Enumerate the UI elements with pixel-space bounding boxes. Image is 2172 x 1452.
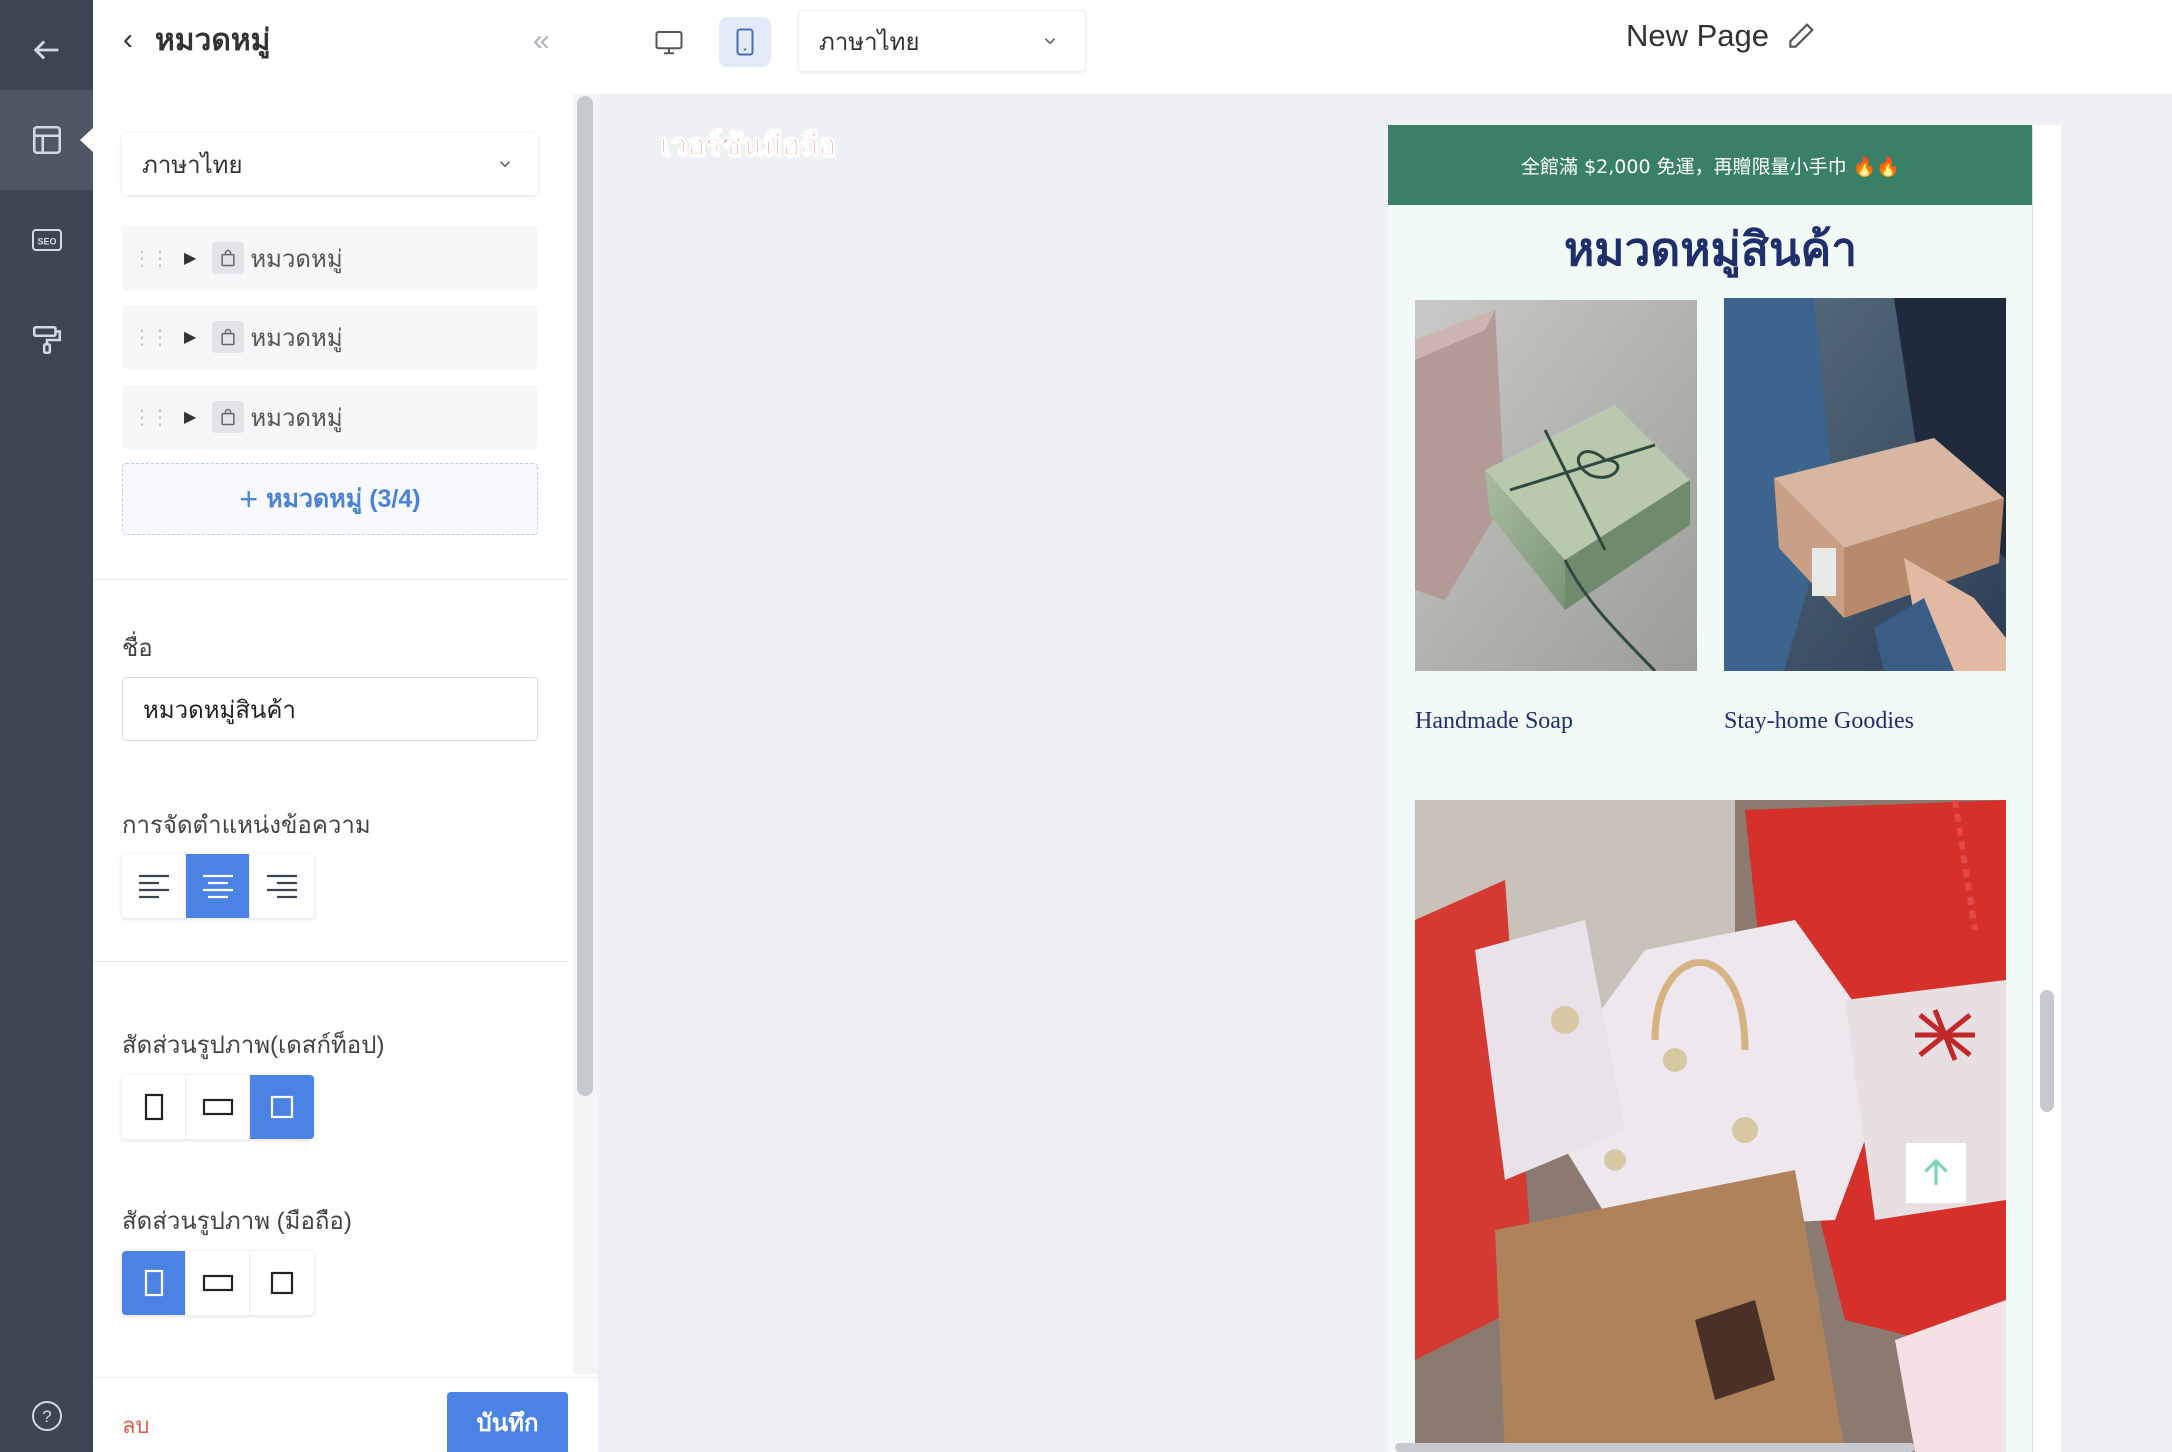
back-arrow-icon[interactable] bbox=[0, 0, 93, 100]
svg-text:?: ? bbox=[42, 1407, 51, 1426]
panel-scrollbar[interactable] bbox=[573, 94, 598, 1374]
shopping-bag-icon bbox=[212, 321, 245, 353]
pencil-edit-icon[interactable] bbox=[1785, 20, 1817, 52]
mobile-icon bbox=[736, 28, 754, 56]
seo-icon[interactable]: SEO bbox=[0, 190, 93, 290]
category-label: หมวดหมู่ bbox=[250, 324, 343, 352]
divider bbox=[93, 579, 568, 580]
layout-icon[interactable] bbox=[0, 90, 94, 190]
drag-handle-icon[interactable]: ⋮⋮ bbox=[132, 246, 170, 271]
align-left-icon bbox=[138, 874, 169, 899]
shopping-bag-icon bbox=[212, 242, 245, 274]
content-language-select[interactable]: ภาษาไทย bbox=[122, 133, 538, 195]
name-label: ชื่อ bbox=[122, 635, 153, 662]
gift-bags-image[interactable] bbox=[1415, 800, 2006, 1452]
alignment-group bbox=[122, 854, 314, 918]
alignment-label: การจัดตำแหน่งข้อความ bbox=[122, 812, 371, 839]
aspect-mobile-group bbox=[122, 1251, 314, 1315]
page-title: New Page bbox=[1626, 18, 1770, 53]
aspect-landscape-button[interactable] bbox=[186, 1075, 250, 1139]
delete-button[interactable]: ลบ bbox=[122, 1408, 149, 1443]
panel-scroll-thumb[interactable] bbox=[577, 96, 593, 1096]
page-title-area: New Page bbox=[1626, 18, 1817, 54]
collapse-panel-icon[interactable]: « bbox=[533, 24, 550, 58]
card-caption[interactable]: Stay-home Goodies bbox=[1724, 708, 1914, 735]
category-item[interactable]: ⋮⋮ ▶ หมวดหมู่ bbox=[122, 385, 538, 449]
align-center-button[interactable] bbox=[186, 854, 250, 918]
mobile-preview: 全館滿 $2,000 免運，再贈限量小手巾 🔥🔥 หมวดหมู่สินค้า bbox=[1388, 125, 2033, 1452]
section-title[interactable]: หมวดหมู่สินค้า bbox=[1388, 213, 2032, 286]
add-category-button[interactable]: + หมวดหมู่ (3/4) bbox=[122, 463, 538, 535]
stay-home-goodies-image[interactable] bbox=[1724, 298, 2006, 671]
settings-panel bbox=[93, 94, 598, 1452]
expand-caret-icon[interactable]: ▶ bbox=[184, 407, 196, 427]
expand-caret-icon[interactable]: ▶ bbox=[184, 248, 196, 268]
align-center-icon bbox=[202, 874, 233, 899]
language-dropdown-value: ภาษาไทย bbox=[819, 28, 920, 56]
aspect-portrait-button[interactable] bbox=[122, 1251, 186, 1315]
handmade-soap-image[interactable] bbox=[1415, 300, 1697, 671]
category-label: หมวดหมู่ bbox=[250, 245, 343, 273]
canvas-scrollbar-thumb[interactable] bbox=[2040, 990, 2054, 1112]
aspect-square-button[interactable] bbox=[250, 1251, 314, 1315]
paint-roller-icon[interactable] bbox=[0, 290, 93, 390]
mobile-version-tag: เวอร์ชันมือถือ bbox=[659, 129, 837, 163]
expand-caret-icon[interactable]: ▶ bbox=[184, 327, 196, 347]
desktop-icon bbox=[655, 31, 683, 55]
chevron-down-icon bbox=[499, 161, 511, 168]
align-right-button[interactable] bbox=[250, 854, 314, 918]
align-left-button[interactable] bbox=[122, 854, 186, 918]
add-category-label: หมวดหมู่ (3/4) bbox=[266, 485, 421, 513]
square-icon bbox=[270, 1271, 294, 1295]
shopping-bag-icon bbox=[212, 401, 245, 433]
card-caption[interactable]: Handmade Soap bbox=[1415, 708, 1573, 735]
aspect-desktop-group bbox=[122, 1075, 314, 1139]
chevron-left-icon[interactable]: ‹ bbox=[123, 23, 133, 57]
back-to-top-button[interactable] bbox=[1906, 1143, 1966, 1203]
announcement-bar[interactable]: 全館滿 $2,000 免運，再贈限量小手巾 🔥🔥 bbox=[1388, 125, 2032, 205]
preview-right-gutter bbox=[2033, 125, 2061, 1452]
plus-icon: + bbox=[239, 480, 259, 517]
panel-header: ‹ หมวดหมู่ bbox=[123, 0, 270, 80]
help-icon[interactable]: ? bbox=[0, 1366, 93, 1452]
category-label: หมวดหมู่ bbox=[250, 404, 343, 432]
align-right-icon bbox=[267, 874, 297, 899]
name-input[interactable]: หมวดหมู่สินค้า bbox=[122, 677, 538, 741]
category-item[interactable]: ⋮⋮ ▶ หมวดหมู่ bbox=[122, 305, 538, 369]
desktop-view-button[interactable] bbox=[643, 17, 695, 67]
panel-title: หมวดหมู่ bbox=[155, 23, 271, 57]
svg-text:SEO: SEO bbox=[37, 237, 56, 247]
portrait-icon bbox=[144, 1269, 163, 1297]
landscape-icon bbox=[202, 1274, 233, 1292]
chevron-down-icon bbox=[1044, 38, 1056, 45]
content-language-value: ภาษาไทย bbox=[142, 151, 243, 179]
divider bbox=[93, 961, 568, 962]
aspect-mobile-label: สัดส่วนรูปภาพ (มือถือ) bbox=[122, 1208, 352, 1235]
landscape-icon bbox=[202, 1098, 233, 1116]
portrait-icon bbox=[144, 1093, 163, 1121]
aspect-landscape-button[interactable] bbox=[186, 1251, 250, 1315]
square-icon bbox=[270, 1095, 294, 1119]
mobile-view-button[interactable] bbox=[719, 17, 771, 67]
name-input-value: หมวดหมู่สินค้า bbox=[143, 696, 296, 724]
language-dropdown[interactable]: ภาษาไทย bbox=[798, 10, 1086, 72]
canvas-horizontal-scrollbar[interactable] bbox=[1395, 1443, 1915, 1452]
aspect-desktop-label: สัดส่วนรูปภาพ(เดสก์ท็อป) bbox=[122, 1032, 385, 1059]
save-button[interactable]: บันทึก bbox=[447, 1392, 568, 1452]
arrow-up-icon bbox=[1924, 1158, 1948, 1185]
drag-handle-icon[interactable]: ⋮⋮ bbox=[132, 405, 170, 430]
top-bar: ‹ หมวดหมู่ « ภาษาไทย New Page bbox=[93, 0, 2172, 94]
aspect-portrait-button[interactable] bbox=[122, 1075, 186, 1139]
category-item[interactable]: ⋮⋮ ▶ หมวดหมู่ bbox=[122, 226, 538, 290]
drag-handle-icon[interactable]: ⋮⋮ bbox=[132, 325, 170, 350]
left-rail: SEO ? bbox=[0, 0, 94, 1452]
aspect-square-button[interactable] bbox=[250, 1075, 314, 1139]
